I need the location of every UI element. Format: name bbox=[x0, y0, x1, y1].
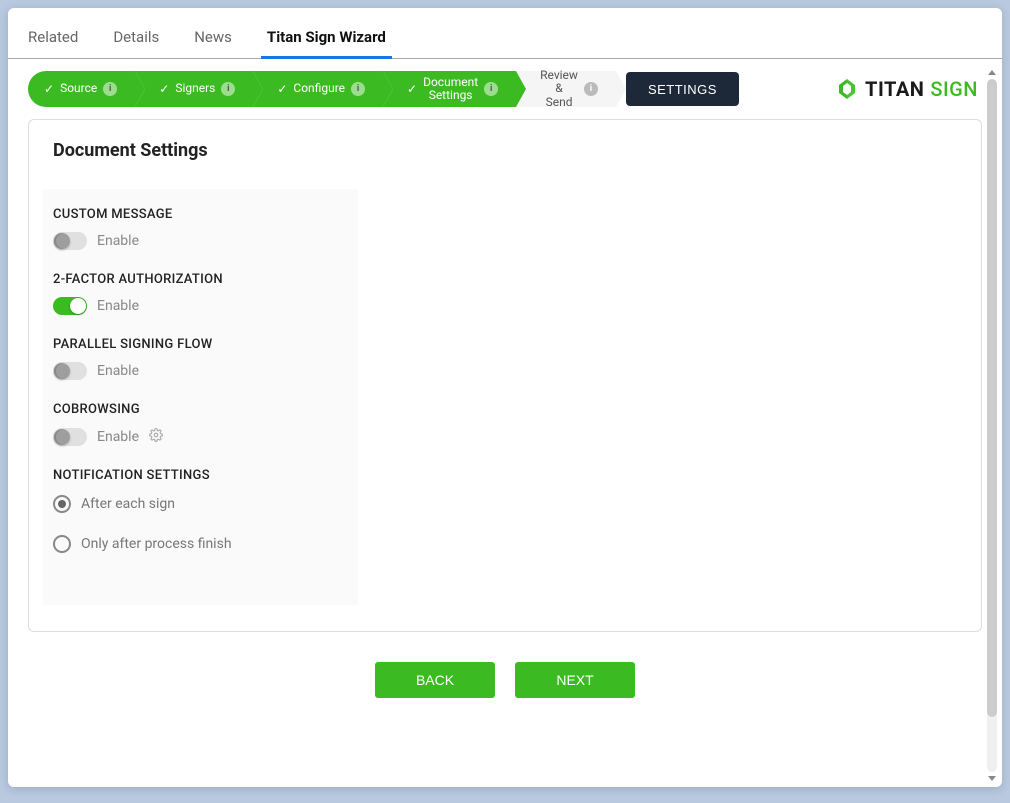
logo-text-titan: TITAN bbox=[865, 77, 924, 101]
radio-after-each-sign[interactable]: After each sign bbox=[53, 495, 344, 513]
section-label: COBROWSING bbox=[53, 402, 344, 417]
tab-details[interactable]: Details bbox=[113, 18, 159, 58]
tab-related[interactable]: Related bbox=[28, 18, 78, 58]
titan-sign-logo: TITAN SIGN bbox=[835, 77, 982, 101]
toggle-label: Enable bbox=[97, 298, 139, 314]
check-icon: ✓ bbox=[159, 83, 169, 95]
check-icon: ✓ bbox=[407, 83, 417, 95]
toggle-label: Enable bbox=[97, 429, 139, 445]
step-source[interactable]: ✓ Source i bbox=[28, 71, 135, 107]
scroll-down-icon[interactable] bbox=[988, 776, 996, 781]
section-label: CUSTOM MESSAGE bbox=[53, 207, 344, 222]
next-button[interactable]: NEXT bbox=[515, 662, 635, 698]
scrollbar[interactable] bbox=[985, 70, 999, 781]
back-button[interactable]: BACK bbox=[375, 662, 495, 698]
scrollbar-thumb[interactable] bbox=[987, 79, 997, 717]
step-signers[interactable]: ✓ Signers i bbox=[135, 71, 253, 107]
wizard-header: ✓ Source i ✓ Signers i ✓ Configure i bbox=[28, 71, 982, 107]
section-two-factor: 2-FACTOR AUTHORIZATION Enable bbox=[43, 272, 344, 315]
settings-column: CUSTOM MESSAGE Enable 2-FACTOR AUTHORIZA… bbox=[43, 189, 358, 605]
section-notification-settings: NOTIFICATION SETTINGS After each sign On… bbox=[43, 468, 344, 553]
radio-label: Only after process finish bbox=[81, 536, 232, 552]
settings-button[interactable]: SETTINGS bbox=[626, 72, 739, 106]
parallel-signing-toggle[interactable] bbox=[53, 362, 87, 380]
info-icon: i bbox=[584, 82, 598, 96]
info-icon: i bbox=[221, 82, 235, 96]
logo-icon bbox=[835, 77, 859, 101]
section-custom-message: CUSTOM MESSAGE Enable bbox=[43, 207, 344, 250]
footer-buttons: BACK NEXT bbox=[28, 662, 982, 698]
tab-news[interactable]: News bbox=[194, 18, 232, 58]
tab-titan-sign-wizard[interactable]: Titan Sign Wizard bbox=[267, 18, 386, 58]
logo-text-sign: SIGN bbox=[930, 77, 978, 101]
gear-icon[interactable] bbox=[149, 427, 163, 446]
info-icon: i bbox=[484, 82, 498, 96]
scroll-up-icon[interactable] bbox=[988, 70, 996, 75]
custom-message-toggle[interactable] bbox=[53, 232, 87, 250]
radio-icon bbox=[53, 495, 71, 513]
info-icon: i bbox=[351, 82, 365, 96]
step-document-settings[interactable]: ✓ Document Settings i bbox=[383, 71, 516, 107]
panel-title: Document Settings bbox=[53, 140, 957, 161]
info-icon: i bbox=[103, 82, 117, 96]
cobrowsing-toggle[interactable] bbox=[53, 428, 87, 446]
radio-label: After each sign bbox=[81, 496, 175, 512]
step-configure[interactable]: ✓ Configure i bbox=[253, 71, 383, 107]
section-parallel-signing: PARALLEL SIGNING FLOW Enable bbox=[43, 337, 344, 380]
step-review-send[interactable]: Review & Send i bbox=[516, 71, 616, 107]
two-factor-toggle[interactable] bbox=[53, 297, 87, 315]
check-icon: ✓ bbox=[277, 83, 287, 95]
section-label: NOTIFICATION SETTINGS bbox=[53, 468, 344, 483]
scrollbar-track[interactable] bbox=[987, 79, 997, 772]
content-area: ✓ Source i ✓ Signers i ✓ Configure i bbox=[8, 59, 1002, 779]
radio-icon bbox=[53, 535, 71, 553]
tab-bar: Related Details News Titan Sign Wizard bbox=[8, 8, 1002, 59]
radio-after-process-finish[interactable]: Only after process finish bbox=[53, 535, 344, 553]
check-icon: ✓ bbox=[44, 83, 54, 95]
document-settings-panel: Document Settings CUSTOM MESSAGE Enable … bbox=[28, 119, 982, 632]
section-label: PARALLEL SIGNING FLOW bbox=[53, 337, 344, 352]
section-cobrowsing: COBROWSING Enable bbox=[43, 402, 344, 446]
wizard-steps: ✓ Source i ✓ Signers i ✓ Configure i bbox=[28, 71, 616, 107]
toggle-label: Enable bbox=[97, 233, 139, 249]
section-label: 2-FACTOR AUTHORIZATION bbox=[53, 272, 344, 287]
main-card: Related Details News Titan Sign Wizard ✓… bbox=[8, 8, 1002, 787]
toggle-label: Enable bbox=[97, 363, 139, 379]
